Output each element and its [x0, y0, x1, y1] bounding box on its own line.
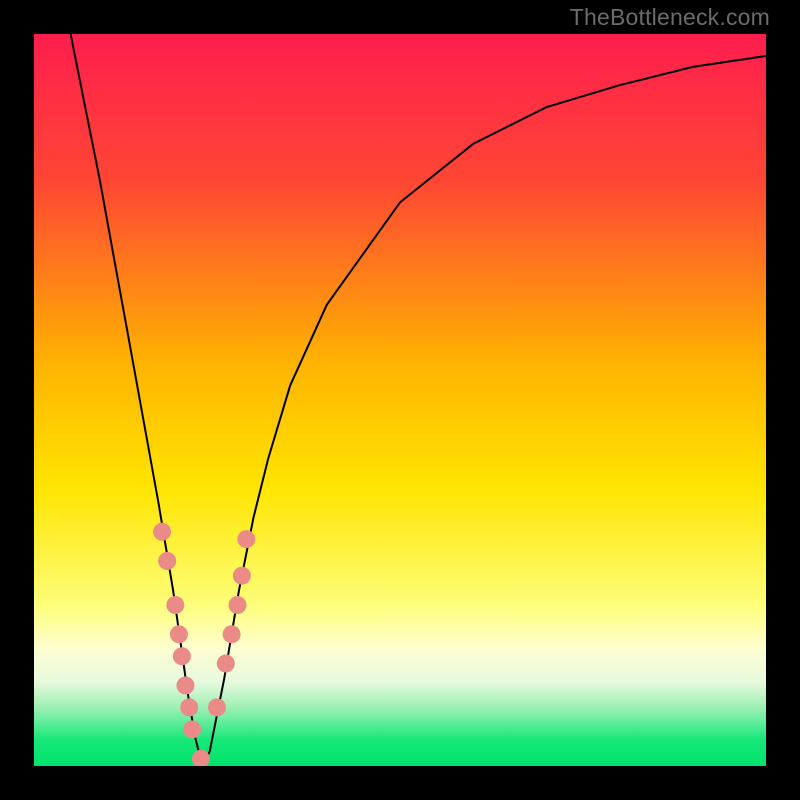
- data-point: [223, 625, 241, 643]
- watermark-text: TheBottleneck.com: [570, 4, 770, 31]
- data-point: [233, 567, 251, 585]
- data-point: [180, 698, 198, 716]
- data-point: [153, 523, 171, 541]
- data-point: [192, 750, 210, 766]
- data-point: [208, 698, 226, 716]
- data-point: [229, 596, 247, 614]
- data-point: [237, 530, 255, 548]
- data-point: [170, 625, 188, 643]
- data-point: [166, 596, 184, 614]
- plot-area: [34, 34, 766, 766]
- data-point: [158, 552, 176, 570]
- data-point: [217, 655, 235, 673]
- datapoints-right-branch: [208, 530, 255, 716]
- data-point: [183, 720, 201, 738]
- chart-frame: TheBottleneck.com: [0, 0, 800, 800]
- data-point: [173, 647, 191, 665]
- data-point: [177, 677, 195, 695]
- curve-layer: [34, 34, 766, 766]
